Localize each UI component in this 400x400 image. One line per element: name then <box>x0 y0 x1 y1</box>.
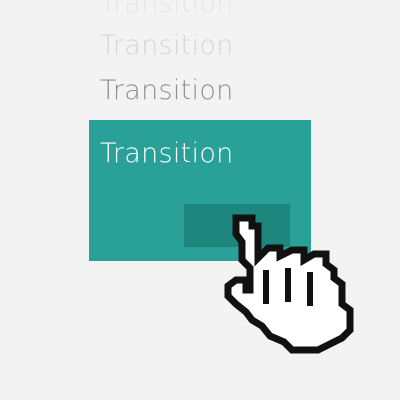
pointing-hand-cursor-icon <box>224 214 354 354</box>
ghost-text-light: Transition <box>100 30 234 61</box>
ghost-text-medium: Transition <box>100 75 234 106</box>
card-title: Transition <box>100 138 234 169</box>
transition-demo-stage: Transition Transition Transition Transit… <box>0 0 400 400</box>
ghost-text-faint: Transition <box>100 0 234 19</box>
